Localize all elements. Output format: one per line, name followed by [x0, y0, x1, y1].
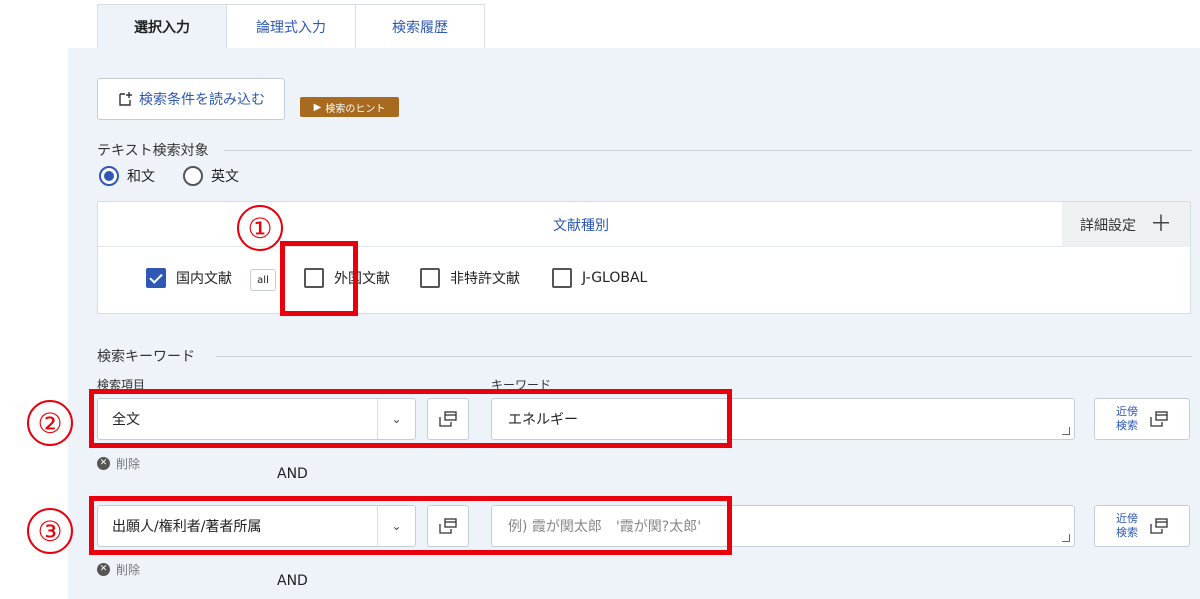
play-icon: ▶	[313, 101, 322, 113]
checkbox-jglobal[interactable]: J-GLOBAL	[552, 268, 647, 288]
search-hint-button[interactable]: ▶ 検索のヒント	[300, 97, 399, 117]
plus-icon: ＋	[1149, 211, 1172, 237]
resize-handle[interactable]	[1062, 427, 1070, 435]
annotation-number-3: ③	[27, 508, 73, 554]
checkbox-domestic[interactable]: 国内文献	[146, 268, 232, 288]
all-toggle-button[interactable]: all	[250, 269, 276, 291]
search-hint-label: 検索のヒント	[325, 103, 386, 115]
checkbox-domestic-label: 国内文献	[176, 271, 232, 287]
resize-handle[interactable]	[1062, 534, 1070, 542]
annotation-box-2	[89, 389, 732, 448]
load-icon	[119, 92, 132, 106]
keyword-section-title: 検索キーワード	[97, 349, 195, 365]
delete-row-button-2[interactable]: ✕ 削除	[97, 561, 140, 578]
tab-logic-input[interactable]: 論理式入力	[226, 4, 356, 49]
divider	[224, 150, 1192, 151]
radio-japanese-label: 和文	[127, 169, 155, 185]
checkbox-nonpatent-box[interactable]	[420, 268, 440, 288]
proximity-search-button-1[interactable]: 近傍 検索	[1094, 398, 1190, 440]
checkbox-nonpatent[interactable]: 非特許文献	[420, 268, 520, 288]
proximity-label-line2: 検索	[1116, 526, 1138, 539]
text-target-title: テキスト検索対象	[97, 143, 209, 159]
annotation-box-1	[280, 241, 358, 316]
delete-row-button-1[interactable]: ✕ 削除	[97, 455, 140, 472]
proximity-label-line2: 検索	[1116, 419, 1138, 432]
radio-english[interactable]	[183, 166, 203, 186]
radio-english-label: 英文	[211, 169, 239, 185]
proximity-label-line1: 近傍	[1116, 405, 1138, 418]
checkbox-jglobal-box[interactable]	[552, 268, 572, 288]
detail-settings-label: 詳細設定	[1079, 217, 1136, 234]
tab-select-input[interactable]: 選択入力	[97, 4, 227, 49]
search-mode-tabs: 選択入力 論理式入力 検索履歴	[97, 4, 485, 49]
language-radio-group: 和文 英文	[99, 166, 239, 186]
annotation-number-1: ①	[237, 205, 283, 251]
delete-label: 削除	[116, 457, 141, 471]
proximity-search-button-2[interactable]: 近傍 検索	[1094, 505, 1190, 547]
annotation-number-2: ②	[27, 400, 73, 446]
close-circle-icon: ✕	[97, 563, 110, 576]
window-icon	[1150, 518, 1168, 534]
close-circle-icon: ✕	[97, 457, 110, 470]
load-conditions-button[interactable]: 検索条件を読み込む	[97, 78, 285, 120]
tab-search-history[interactable]: 検索履歴	[355, 4, 485, 49]
checkbox-domestic-box[interactable]	[146, 268, 166, 288]
proximity-label-line1: 近傍	[1116, 512, 1138, 525]
annotation-box-3	[89, 496, 732, 555]
operator-and-2: AND	[277, 573, 308, 589]
operator-and-1: AND	[277, 466, 308, 482]
checkbox-jglobal-label: J-GLOBAL	[582, 270, 648, 286]
checkbox-nonpatent-label: 非特許文献	[450, 271, 520, 287]
window-icon	[1150, 411, 1168, 427]
detail-settings-button[interactable]: 詳細設定 ＋	[1062, 202, 1190, 247]
delete-label: 削除	[116, 563, 141, 577]
load-conditions-label: 検索条件を読み込む	[139, 92, 265, 108]
radio-japanese[interactable]	[99, 166, 119, 186]
divider	[216, 356, 1192, 357]
